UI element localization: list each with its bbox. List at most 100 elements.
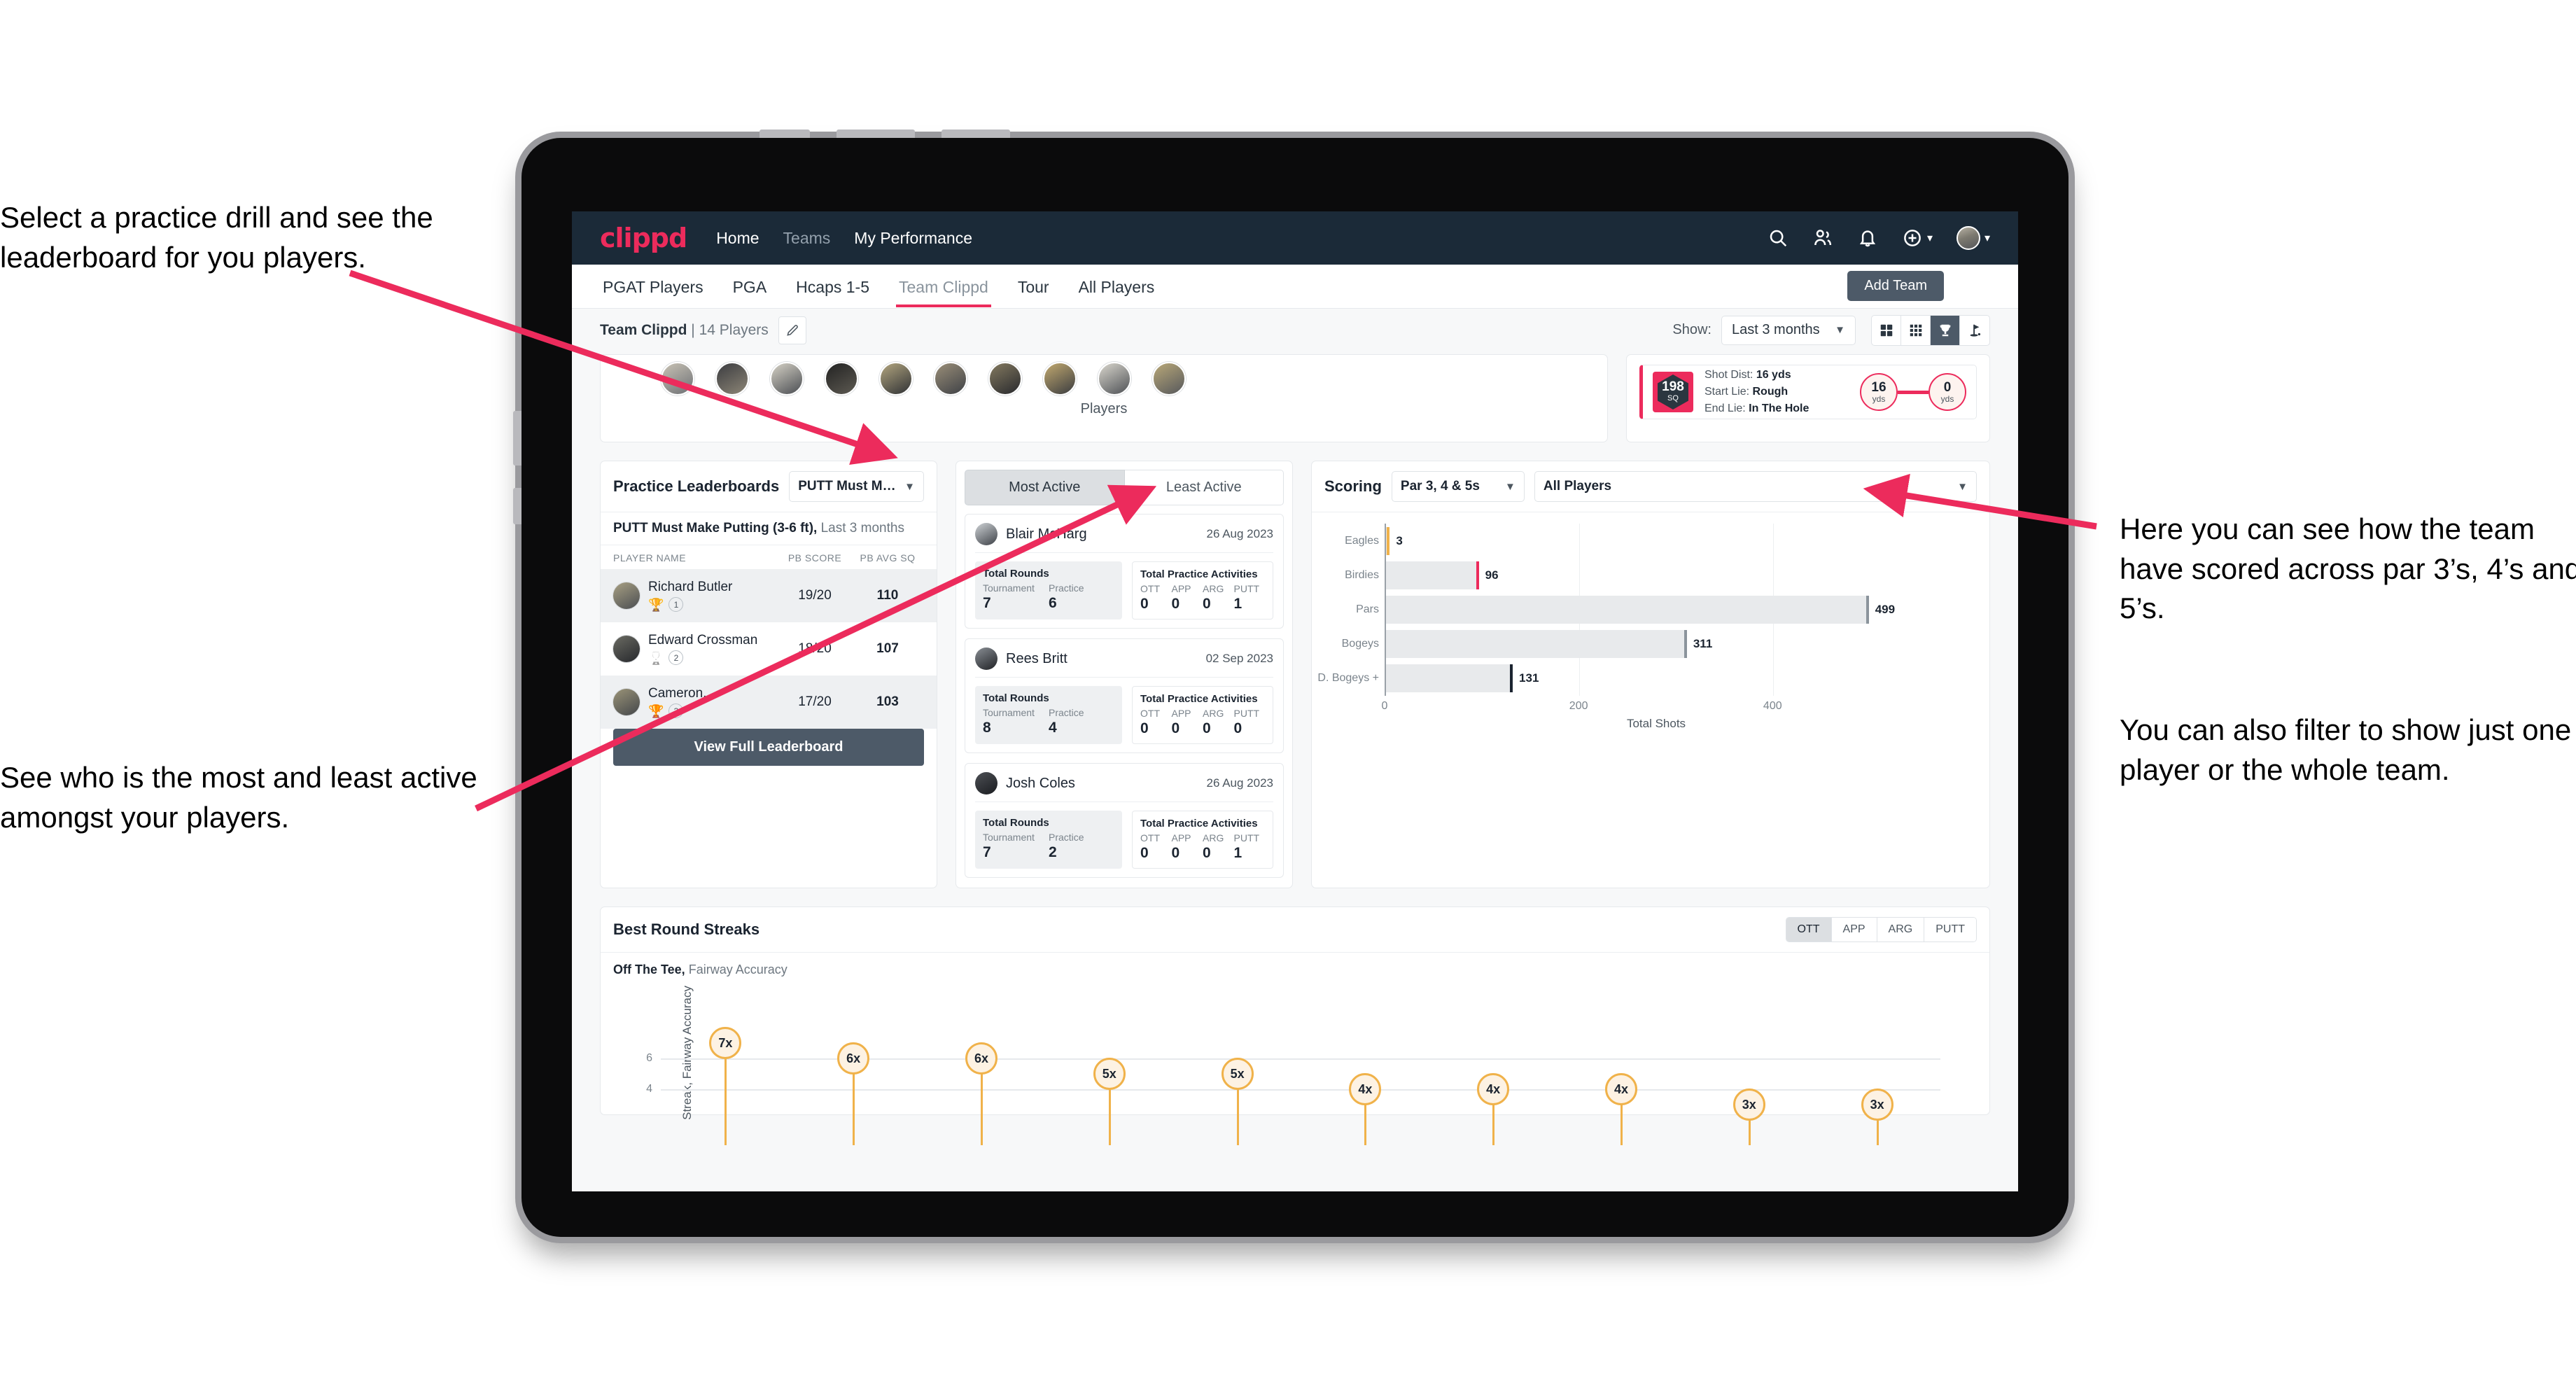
view-grid-small-button[interactable] xyxy=(1901,315,1931,345)
player-avatar[interactable] xyxy=(770,362,804,396)
add-menu[interactable]: ▾ xyxy=(1902,227,1933,248)
player-avatar[interactable] xyxy=(825,362,858,396)
people-icon[interactable] xyxy=(1812,227,1833,248)
view-full-leaderboard-button[interactable]: View Full Leaderboard xyxy=(613,729,924,766)
player-filter-select[interactable]: All Players ▼ xyxy=(1534,471,1977,502)
tab-ott[interactable]: OTT xyxy=(1786,918,1832,941)
streak-bubble: 6x xyxy=(965,1042,997,1074)
par-select[interactable]: Par 3, 4 & 5s ▼ xyxy=(1391,471,1525,502)
practice-ott: OTT 0 xyxy=(1140,583,1172,612)
nav-link-home[interactable]: Home xyxy=(716,229,759,248)
pencil-icon xyxy=(787,324,798,336)
edit-team-button[interactable] xyxy=(778,316,806,344)
player-avatar[interactable] xyxy=(661,362,694,396)
rounds-practice: Practice 6 xyxy=(1049,582,1114,612)
practice-ott-label: OTT xyxy=(1140,708,1160,719)
player-avatar[interactable] xyxy=(879,362,913,396)
player-name: Richard Butler xyxy=(648,580,733,594)
player-avatar[interactable] xyxy=(1043,362,1077,396)
total-rounds-block: Total Rounds Tournament 7 Practice 6 xyxy=(975,561,1122,620)
scoring-x-tick: 0 xyxy=(1381,700,1388,712)
list-item[interactable]: Rees Britt 02 Sep 2023 Total Rounds Tour… xyxy=(965,638,1284,753)
view-grid-large-button[interactable] xyxy=(1872,315,1901,345)
plus-circle-icon[interactable] xyxy=(1902,227,1923,248)
search-icon[interactable] xyxy=(1768,227,1788,248)
tab-team-clippd[interactable]: Team Clippd xyxy=(896,266,991,307)
scoring-bar-value: 131 xyxy=(1519,671,1539,685)
view-golf-flag-button[interactable] xyxy=(1960,316,1989,345)
total-rounds-title: Total Rounds xyxy=(983,568,1049,580)
scoring-bar-row: 96 Birdies xyxy=(1345,561,1928,589)
tab-all-players[interactable]: All Players xyxy=(1076,266,1158,307)
rounds-practice: Practice 2 xyxy=(1049,832,1114,861)
pb-avg-sq-value: 107 xyxy=(876,641,899,656)
date-range-select[interactable]: Last 3 months ▼ xyxy=(1721,315,1856,345)
shot-connector-line xyxy=(1898,390,1928,394)
player-avatar[interactable] xyxy=(715,362,749,396)
rounds-tournament: Tournament 7 xyxy=(983,832,1049,861)
start-distance-unit: yds xyxy=(1872,393,1886,404)
player-avatar[interactable] xyxy=(934,362,967,396)
end-lie-line: End Lie: In The Hole xyxy=(1704,400,1809,417)
tab-most-active[interactable]: Most Active xyxy=(965,470,1125,505)
start-distance-value: 16 xyxy=(1871,379,1886,395)
scoring-bar-row: 311 Bogeys xyxy=(1342,630,1928,659)
streak-bubble: 3x xyxy=(1861,1088,1893,1121)
rounds-tournament-value: 8 xyxy=(983,720,991,736)
drill-select-value: PUTT Must Make Putting ... xyxy=(798,479,899,493)
player-info: Richard Butler 🏆 1 xyxy=(648,580,778,612)
streaks-y-axis-label: Streak, Fairway Accuracy xyxy=(680,986,694,1120)
practice-app: APP 0 xyxy=(1172,708,1203,737)
player-rank-badge: 🏆 3 xyxy=(648,704,778,718)
top-navbar: clippd Home Teams My Performance ▾ ▾ xyxy=(572,211,2018,265)
rounds-practice-value: 2 xyxy=(1049,844,1057,860)
tab-hcaps-1-5[interactable]: Hcaps 1-5 xyxy=(793,266,872,307)
practice-leaderboards-panel: Practice Leaderboards PUTT Must Make Put… xyxy=(600,461,937,888)
player-name: Edward Crossman xyxy=(648,633,758,648)
tab-pgat-players[interactable]: PGAT Players xyxy=(600,266,706,307)
tab-putt[interactable]: PUTT xyxy=(1924,918,1976,941)
scoring-bar-cap xyxy=(1387,526,1390,555)
streak-bubble: 7x xyxy=(709,1027,742,1059)
rounds-practice-value: 4 xyxy=(1049,720,1057,736)
tab-pga[interactable]: PGA xyxy=(730,266,770,307)
player-avatar[interactable] xyxy=(1098,362,1131,396)
clippd-logo[interactable]: clippd xyxy=(600,223,687,253)
profile-menu[interactable]: ▾ xyxy=(1956,226,1990,250)
scoring-category-label: Bogeys xyxy=(1341,638,1379,650)
tab-tour[interactable]: Tour xyxy=(1015,266,1052,307)
table-row[interactable]: Cameron... 🏆 3 17/20 103 xyxy=(601,676,937,729)
table-row[interactable]: Richard Butler 🏆 1 19/20 110 xyxy=(601,569,937,622)
rounds-tournament: Tournament 7 xyxy=(983,582,1049,612)
shot-dist-value: 16 yds xyxy=(1756,369,1791,381)
player-avatar[interactable] xyxy=(988,362,1022,396)
avatar[interactable] xyxy=(1956,226,1980,250)
pb-score-value: 18/20 xyxy=(798,641,832,656)
streaks-plot-area: Streak, Fairway Accuracy 4 6 7x 6x 6x 5x 5x 4x 4… xyxy=(646,986,1940,1145)
table-row[interactable]: Edward Crossman 🏆 2 18/20 107 xyxy=(601,622,937,676)
tab-least-active[interactable]: Least Active xyxy=(1124,470,1284,505)
view-trophy-button[interactable] xyxy=(1931,315,1960,345)
nav-link-my-performance[interactable]: My Performance xyxy=(854,229,972,248)
drill-select[interactable]: PUTT Must Make Putting ... ▼ xyxy=(789,471,924,502)
view-toggle-group xyxy=(1871,314,1990,346)
scoring-bar-value: 311 xyxy=(1693,637,1713,651)
list-item[interactable]: Blair McHarg 26 Aug 2023 Total Rounds To… xyxy=(965,514,1284,629)
player-name: Cameron... xyxy=(648,686,714,701)
add-team-button[interactable]: Add Team xyxy=(1847,271,1944,301)
practice-activities-values: OTT 0 APP 0 ARG 0 PUTT 0 xyxy=(1140,708,1265,737)
bell-icon[interactable] xyxy=(1857,227,1878,248)
top-row: Players 198 SQ Shot Dist: 16 yds Start L… xyxy=(600,354,1990,442)
rounds-practice: Practice 4 xyxy=(1049,707,1114,736)
team-player-count: 14 Players xyxy=(699,321,769,338)
practice-arg: ARG 0 xyxy=(1203,832,1234,862)
player-avatar[interactable] xyxy=(1152,362,1186,396)
scoring-bar-row: 3 Eagles xyxy=(1345,526,1928,555)
tab-app[interactable]: APP xyxy=(1831,918,1877,941)
chevron-down-icon: ▼ xyxy=(1835,324,1845,336)
practice-putt: PUTT 1 xyxy=(1234,832,1266,862)
nav-link-teams[interactable]: Teams xyxy=(783,229,831,248)
total-rounds-title: Total Rounds xyxy=(983,817,1049,829)
tab-arg[interactable]: ARG xyxy=(1877,918,1925,941)
list-item[interactable]: Josh Coles 26 Aug 2023 Total Rounds Tour… xyxy=(965,763,1284,878)
